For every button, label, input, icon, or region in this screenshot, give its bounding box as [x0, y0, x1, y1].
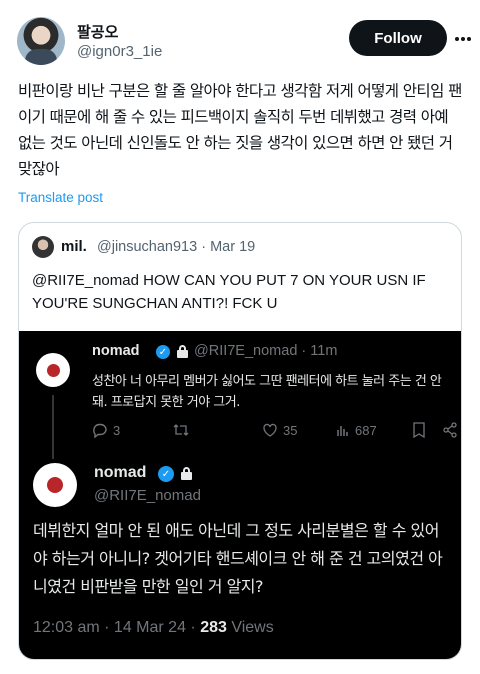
like-action: 35	[262, 421, 297, 439]
like-count: 35	[283, 422, 298, 438]
heart-icon	[263, 423, 277, 437]
quote-display-name: mil.	[61, 238, 87, 255]
reply-icon	[93, 423, 107, 438]
view-count: 687	[355, 422, 377, 438]
verified-badge-icon: ✓	[156, 345, 170, 359]
thread-line	[52, 395, 54, 459]
embedded-reply-handle: @RII7E_nomad	[194, 343, 298, 359]
embedded-main-views-count: 283	[200, 619, 227, 636]
lock-icon	[177, 345, 188, 358]
verified-badge-icon: ✓	[158, 466, 174, 482]
embedded-reply-meta: @RII7E_nomad · 11m	[194, 343, 337, 359]
follow-button[interactable]: Follow	[349, 20, 447, 56]
retweet-action	[172, 421, 190, 439]
embedded-reply-actions: 3 35 687	[92, 421, 457, 441]
embedded-main-timestamp: 12:03 am · 14 Mar 24 ·	[33, 619, 201, 636]
quote-text: @RII7E_nomad HOW CAN YOU PUT 7 ON YOUR U…	[32, 272, 426, 312]
views-action: 687	[336, 421, 377, 439]
embedded-main-views-label: Views	[226, 619, 274, 636]
quote-meta: @jinsuchan913 · Mar 19	[97, 239, 255, 255]
embedded-reply-text: 성찬아 너 아무리 멤버가 싫어도 그딴 팬레터에 하트 눌러 주는 건 안 돼…	[92, 374, 442, 410]
bookmark-icon	[413, 422, 425, 438]
quote-handle: @jinsuchan913	[97, 239, 198, 255]
tweet-text: 비판이랑 비난 구분은 할 줄 알아야 한다고 생각함 저게 어떻게 안티임 팬…	[18, 82, 462, 178]
embedded-main-footer: 12:03 am · 14 Mar 24 · 283 Views	[33, 619, 274, 637]
views-icon	[337, 426, 348, 436]
embedded-reply-sep: ·	[301, 343, 311, 359]
reply-count: 3	[113, 422, 121, 438]
embedded-main-handle: @RII7E_nomad	[94, 487, 201, 504]
quote-separator: ·	[201, 239, 211, 255]
lock-icon	[181, 467, 192, 480]
share-action	[442, 421, 458, 439]
embedded-screenshot: nomad ✓ @RII7E_nomad · 11m 성찬아 너 아무리 멤버가…	[19, 331, 461, 659]
embedded-main-name: nomad	[94, 464, 147, 481]
more-options-icon[interactable]	[453, 29, 473, 49]
embedded-reply-avatar	[36, 353, 70, 387]
embedded-main-avatar	[33, 463, 77, 507]
display-name[interactable]: 팔공오	[77, 21, 118, 42]
quote-date: Mar 19	[210, 239, 256, 255]
retweet-icon	[173, 424, 189, 436]
avatar[interactable]	[17, 17, 65, 65]
embedded-reply-time: 11m	[310, 343, 338, 359]
tweet-header: 팔공오 @ign0r3_1ie Follow	[17, 17, 471, 67]
embedded-main-text: 데뷔한지 얼마 안 된 애도 아닌데 그 정도 사리분별은 할 수 있어야 하는…	[33, 521, 443, 596]
share-icon	[443, 422, 457, 438]
bookmark-action	[412, 421, 426, 439]
reply-action: 3	[92, 421, 120, 439]
embedded-reply-name: nomad	[92, 343, 140, 359]
quote-avatar	[32, 236, 54, 258]
quoted-tweet[interactable]: mil. @jinsuchan913 · Mar 19 @RII7E_nomad…	[18, 222, 462, 660]
translate-post-link[interactable]: Translate post	[18, 190, 103, 205]
user-handle[interactable]: @ign0r3_1ie	[77, 43, 162, 60]
